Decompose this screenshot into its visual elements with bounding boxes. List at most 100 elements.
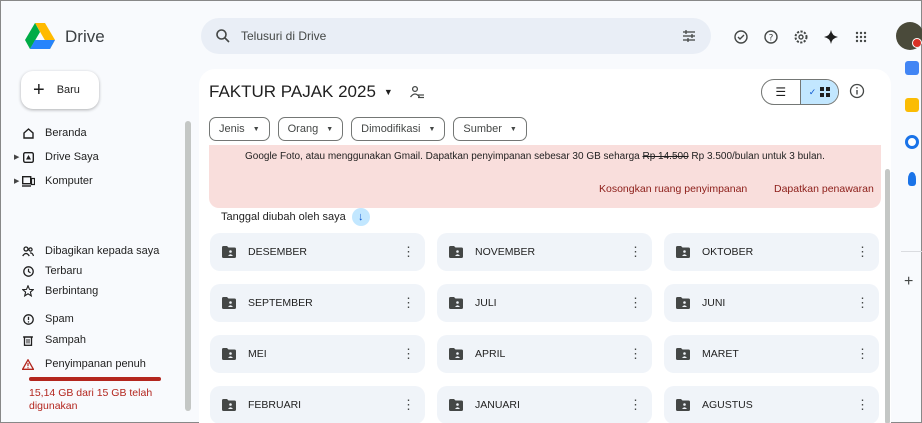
clock-icon bbox=[21, 264, 35, 278]
shared-folder-icon bbox=[222, 348, 236, 360]
folder-name: FEBRUARI bbox=[248, 399, 302, 411]
filter-type[interactable]: Jenis ▼ bbox=[209, 117, 270, 141]
search-icon[interactable] bbox=[215, 28, 231, 44]
sidebar-item-label: Beranda bbox=[45, 127, 87, 139]
main-scrollbar[interactable] bbox=[885, 169, 890, 423]
free-up-space-link[interactable]: Kosongkan ruang penyimpanan bbox=[599, 183, 747, 195]
filter-modified[interactable]: Dimodifikasi ▼ bbox=[351, 117, 446, 141]
contacts-icon[interactable] bbox=[908, 172, 916, 186]
more-options-icon[interactable]: ⋮ bbox=[856, 397, 869, 413]
chevron-down-icon: ▼ bbox=[252, 125, 260, 133]
storage-progress-fill bbox=[29, 377, 161, 381]
more-options-icon[interactable]: ⋮ bbox=[402, 244, 415, 260]
more-options-icon[interactable]: ⋮ bbox=[856, 346, 869, 362]
shared-folder-icon bbox=[449, 246, 463, 258]
folder-card[interactable]: JANUARI ⋮ bbox=[437, 386, 652, 423]
chevron-down-icon: ▼ bbox=[428, 125, 436, 133]
folder-card[interactable]: MARET ⋮ bbox=[664, 335, 879, 373]
filter-label: Dimodifikasi bbox=[361, 123, 421, 135]
more-options-icon[interactable]: ⋮ bbox=[856, 244, 869, 260]
shared-folder-icon bbox=[676, 246, 690, 258]
folder-card[interactable]: SEPTEMBER ⋮ bbox=[210, 284, 425, 322]
help-icon[interactable]: ? bbox=[759, 25, 783, 49]
banner-price-text: Rp 3.500/bulan untuk 3 bulan. bbox=[688, 151, 825, 162]
more-options-icon[interactable]: ⋮ bbox=[856, 295, 869, 311]
warning-icon bbox=[21, 357, 35, 371]
shared-folder-icon bbox=[222, 399, 236, 411]
folder-card[interactable]: AGUSTUS ⋮ bbox=[664, 386, 879, 423]
folder-card[interactable]: APRIL ⋮ bbox=[437, 335, 652, 373]
chevron-down-icon[interactable]: ▼ bbox=[384, 87, 393, 97]
folder-card[interactable]: JUNI ⋮ bbox=[664, 284, 879, 322]
folder-name: NOVEMBER bbox=[475, 246, 536, 258]
plus-icon: + bbox=[33, 79, 45, 101]
more-options-icon[interactable]: ⋮ bbox=[629, 346, 642, 362]
folder-card[interactable]: MEI ⋮ bbox=[210, 335, 425, 373]
shared-folder-icon[interactable] bbox=[409, 84, 425, 100]
more-options-icon[interactable]: ⋮ bbox=[402, 397, 415, 413]
settings-icon[interactable] bbox=[789, 25, 813, 49]
sort-direction-icon[interactable]: ↓ bbox=[351, 208, 370, 226]
sidebar-item-label: Berbintang bbox=[45, 285, 99, 297]
new-button-label: Baru bbox=[56, 84, 80, 96]
more-options-icon[interactable]: ⋮ bbox=[402, 295, 415, 311]
add-addon-icon[interactable]: + bbox=[904, 273, 913, 291]
folder-grid: DESEMBER ⋮ NOVEMBER ⋮ OKTOBER ⋮ SEPTEMBER ⋮ JULI… bbox=[210, 233, 879, 423]
more-options-icon[interactable]: ⋮ bbox=[629, 244, 642, 260]
chevron-down-icon: ▼ bbox=[509, 125, 517, 133]
gemini-icon[interactable] bbox=[819, 25, 843, 49]
calendar-icon[interactable] bbox=[905, 61, 919, 75]
filter-label: Orang bbox=[287, 123, 319, 135]
grid-view-icon[interactable]: ✓ bbox=[799, 80, 838, 104]
sidebar-item-computers[interactable]: ▶ Komputer bbox=[14, 169, 179, 193]
new-button[interactable]: + Baru bbox=[21, 71, 99, 109]
sidebar-item-starred[interactable]: Berbintang bbox=[19, 279, 179, 303]
storage-usage-text[interactable]: 15,14 GB dari 15 GB telah digunakan bbox=[29, 387, 169, 413]
folder-card[interactable]: OKTOBER ⋮ bbox=[664, 233, 879, 271]
sidebar-scrollbar[interactable] bbox=[185, 121, 191, 411]
drive-logo[interactable]: Drive bbox=[25, 23, 105, 50]
sidebar-item-home[interactable]: Beranda bbox=[19, 121, 179, 145]
folder-title[interactable]: FAKTUR PAJAK 2025 bbox=[209, 82, 376, 102]
offline-status-icon[interactable] bbox=[729, 25, 753, 49]
filter-source[interactable]: Sumber ▼ bbox=[453, 117, 527, 141]
search-bar[interactable]: Telusuri di Drive bbox=[201, 18, 711, 54]
info-icon[interactable] bbox=[849, 83, 865, 99]
sidebar-item-storage[interactable]: Penyimpanan penuh bbox=[19, 352, 179, 376]
folder-name: SEPTEMBER bbox=[248, 297, 313, 309]
sort-label[interactable]: Tanggal diubah oleh saya bbox=[221, 211, 346, 223]
home-icon bbox=[21, 126, 35, 140]
expand-arrow-icon[interactable]: ▶ bbox=[14, 177, 19, 185]
more-options-icon[interactable]: ⋮ bbox=[629, 295, 642, 311]
folder-name: APRIL bbox=[475, 348, 506, 360]
folder-name: JANUARI bbox=[475, 399, 520, 411]
search-input[interactable]: Telusuri di Drive bbox=[241, 29, 681, 43]
keep-icon[interactable] bbox=[905, 98, 919, 112]
expand-arrow-icon[interactable]: ▶ bbox=[14, 153, 19, 161]
folder-card[interactable]: FEBRUARI ⋮ bbox=[210, 386, 425, 423]
sidebar-item-label: Penyimpanan penuh bbox=[45, 358, 146, 370]
sidebar-item-label: Komputer bbox=[45, 175, 93, 187]
list-view-icon[interactable]: ☰ bbox=[762, 80, 800, 104]
storage-progress-bar bbox=[29, 377, 161, 381]
view-toggle[interactable]: ☰ ✓ bbox=[761, 79, 839, 105]
folder-card[interactable]: NOVEMBER ⋮ bbox=[437, 233, 652, 271]
apps-grid-icon[interactable] bbox=[849, 25, 873, 49]
tasks-icon[interactable] bbox=[905, 135, 919, 149]
more-options-icon[interactable]: ⋮ bbox=[629, 397, 642, 413]
search-options-icon[interactable] bbox=[681, 28, 697, 44]
get-offer-link[interactable]: Dapatkan penawaran bbox=[774, 183, 874, 195]
folder-card[interactable]: JULI ⋮ bbox=[437, 284, 652, 322]
shared-folder-icon bbox=[449, 297, 463, 309]
filter-people[interactable]: Orang ▼ bbox=[277, 117, 344, 141]
filter-label: Sumber bbox=[463, 123, 502, 135]
folder-card[interactable]: DESEMBER ⋮ bbox=[210, 233, 425, 271]
more-options-icon[interactable]: ⋮ bbox=[402, 346, 415, 362]
sidebar-item-trash[interactable]: Sampah bbox=[19, 328, 179, 352]
folder-name: AGUSTUS bbox=[702, 399, 753, 411]
main-content: FAKTUR PAJAK 2025 ▼ ☰ ✓ Jenis ▼ Orang ▼ Di… bbox=[199, 69, 891, 423]
avatar[interactable] bbox=[896, 22, 922, 50]
rail-divider bbox=[901, 251, 922, 252]
spam-icon bbox=[21, 312, 35, 326]
sidebar-item-my-drive[interactable]: ▶ Drive Saya bbox=[14, 145, 179, 169]
